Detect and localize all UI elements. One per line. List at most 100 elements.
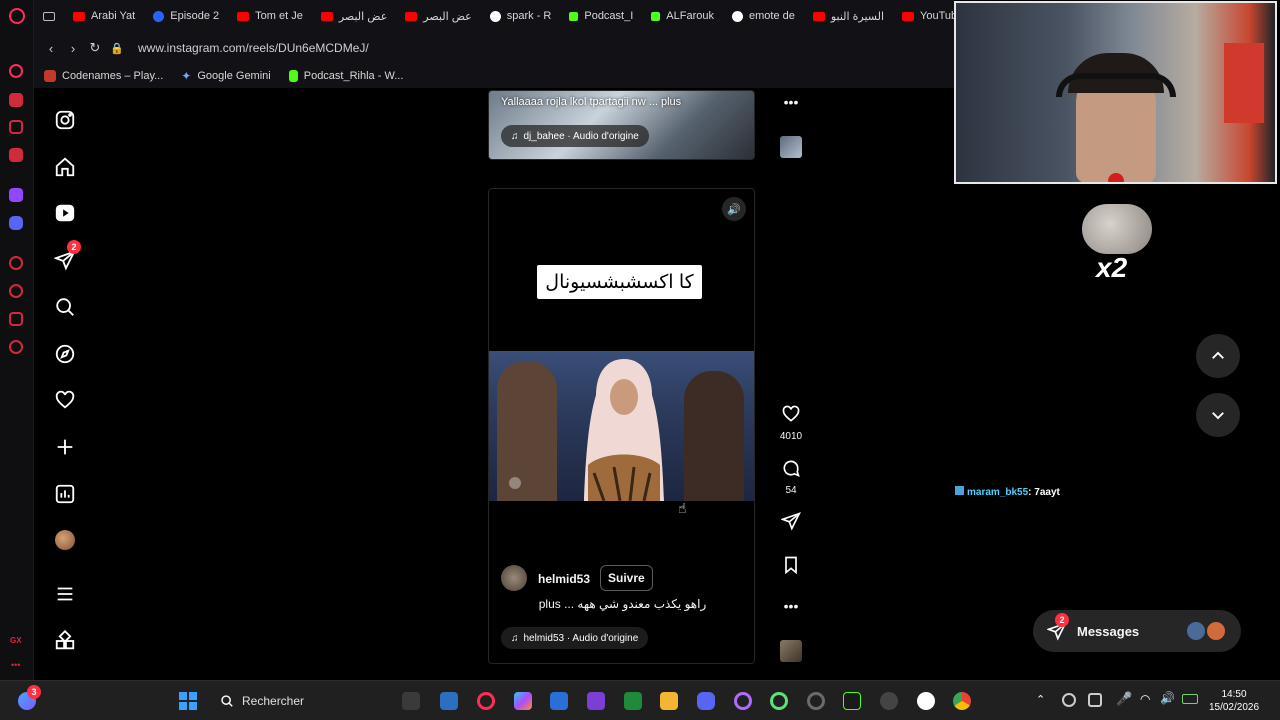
tab[interactable]: السيرة النبو	[804, 0, 893, 32]
like-button[interactable]: 4010	[778, 404, 804, 442]
search-icon[interactable]	[53, 295, 77, 319]
tab[interactable]: عض البصر	[396, 0, 480, 32]
obs-icon[interactable]	[880, 692, 898, 710]
meta-apps-icon[interactable]	[53, 629, 77, 653]
tab[interactable]: ALFarouk	[642, 0, 723, 32]
bookmark-codenames[interactable]: Codenames – Play...	[44, 70, 163, 82]
flag-icon	[1224, 43, 1264, 123]
instagram-logo-icon[interactable]	[53, 108, 77, 132]
tab[interactable]: Arabi Yat	[64, 0, 144, 32]
author-avatar[interactable]	[501, 565, 527, 591]
bookmark-gemini[interactable]: ✦ Google Gemini	[181, 69, 270, 83]
tab[interactable]	[34, 0, 64, 32]
share-icon	[780, 512, 801, 531]
discord-icon[interactable]	[9, 216, 23, 230]
forward-icon[interactable]: ›	[62, 41, 84, 56]
reels-icon[interactable]	[53, 201, 77, 225]
youtube-icon	[405, 11, 418, 21]
tab[interactable]: YouTube	[893, 0, 954, 32]
chrome-icon[interactable]	[953, 692, 971, 710]
extensions-icon[interactable]	[9, 312, 23, 326]
gx-control-icon[interactable]	[9, 64, 23, 78]
explore-icon[interactable]	[53, 342, 77, 366]
settings-icon[interactable]	[9, 340, 23, 354]
app-icon[interactable]	[587, 692, 605, 710]
app-icon[interactable]	[843, 692, 861, 710]
tab-label: Arabi Yat	[91, 10, 136, 22]
opera-icon[interactable]	[734, 692, 752, 710]
more-options-icon[interactable]: •••	[778, 94, 804, 110]
instagram-sidebar: 2	[38, 90, 94, 680]
video-frame[interactable]	[489, 351, 754, 501]
file-explorer-icon[interactable]	[660, 692, 678, 710]
player-icon[interactable]	[917, 692, 935, 710]
tray-app-icon[interactable]	[1062, 693, 1076, 707]
widgets-badge: 3	[27, 685, 41, 699]
save-button[interactable]	[778, 555, 804, 580]
app-icon[interactable]	[440, 692, 458, 710]
url-field[interactable]: www.instagram.com/reels/DUn6eMCDMeJ/	[138, 41, 369, 55]
player-icon[interactable]	[9, 256, 23, 270]
twitch-icon[interactable]	[9, 188, 23, 202]
history-icon[interactable]	[9, 284, 23, 298]
excel-icon[interactable]	[624, 692, 642, 710]
tab[interactable]: Tom et Je	[228, 0, 312, 32]
discord-icon[interactable]	[697, 692, 715, 710]
taskbar-search[interactable]: Rechercher	[210, 687, 380, 715]
menu-icon[interactable]	[53, 582, 77, 606]
tab[interactable]: عض البصر	[312, 0, 396, 32]
tab[interactable]: spark - R	[481, 0, 561, 32]
more-icon[interactable]: •••	[11, 660, 20, 670]
opera-gx-icon[interactable]	[477, 692, 495, 710]
volume-icon[interactable]: 🔊	[1160, 691, 1175, 705]
share-button[interactable]	[778, 511, 804, 536]
google-icon	[731, 10, 743, 22]
audio-thumbnail[interactable]	[780, 136, 802, 158]
windows-start-icon[interactable]	[179, 692, 197, 710]
heart-icon	[782, 405, 800, 422]
chevron-up-icon[interactable]: ⌃	[1036, 693, 1045, 706]
opera-logo-icon[interactable]	[9, 8, 25, 24]
clock[interactable]: 14:50 15/02/2026	[1206, 688, 1262, 714]
next-reel-button[interactable]	[1196, 393, 1240, 437]
comment-button[interactable]: 54	[778, 458, 804, 496]
channel-logo-icon	[509, 477, 521, 489]
back-icon[interactable]: ‹	[40, 41, 62, 56]
more-options-icon[interactable]: •••	[778, 598, 804, 614]
microphone-icon[interactable]: 🎤	[1116, 691, 1132, 707]
current-reel[interactable]: 🔊 كا اكسشبشسيونال helmid53 Suivre راهو ي…	[488, 188, 755, 664]
dashboard-icon[interactable]	[53, 482, 77, 506]
previous-reel[interactable]: Yallaaaa rojla lkol tpartagii nw ... plu…	[488, 90, 755, 160]
tab[interactable]: emote de	[723, 0, 804, 32]
bookmark-podcast-rihla[interactable]: Podcast_Rihla - W...	[288, 70, 403, 82]
gx-mail-icon[interactable]	[9, 148, 23, 162]
create-icon[interactable]	[53, 435, 77, 459]
audio-pill[interactable]: ♫ helmid53 · Audio d'origine	[501, 627, 649, 649]
tray-app-icon[interactable]	[1088, 693, 1102, 707]
wifi-icon[interactable]: ◠	[1140, 692, 1150, 706]
copilot-icon[interactable]	[514, 692, 532, 710]
opera-icon[interactable]	[807, 692, 825, 710]
audio-pill[interactable]: ♫ dj_bahee · Audio d'origine	[501, 125, 649, 147]
gx-cleaner-icon[interactable]	[9, 120, 23, 134]
tab[interactable]: Podcast_I	[560, 0, 642, 32]
profile-avatar[interactable]	[53, 528, 77, 552]
overlay-caption: كا اكسشبشسيونال	[537, 265, 702, 299]
opera-icon[interactable]	[770, 692, 788, 710]
gx-corner-icon[interactable]	[9, 93, 23, 107]
heart-icon[interactable]	[53, 388, 77, 412]
audio-thumbnail[interactable]	[780, 640, 802, 662]
tab[interactable]: Episode 2	[144, 0, 228, 32]
messages-button[interactable]: 2 Messages	[1033, 610, 1241, 652]
task-view-icon[interactable]	[402, 692, 420, 710]
messages-icon[interactable]: 2	[53, 240, 81, 272]
battery-icon[interactable]	[1182, 694, 1198, 704]
volume-icon[interactable]: 🔊	[722, 197, 746, 221]
store-icon[interactable]	[550, 692, 568, 710]
follow-button[interactable]: Suivre	[600, 565, 653, 591]
author-username[interactable]: helmid53	[538, 572, 590, 586]
home-icon[interactable]	[53, 155, 77, 179]
reel-caption: راهو يكذب معندو شي ههه ... plus	[489, 597, 754, 611]
previous-reel-button[interactable]	[1196, 334, 1240, 378]
reload-icon[interactable]: ↻	[84, 40, 106, 56]
